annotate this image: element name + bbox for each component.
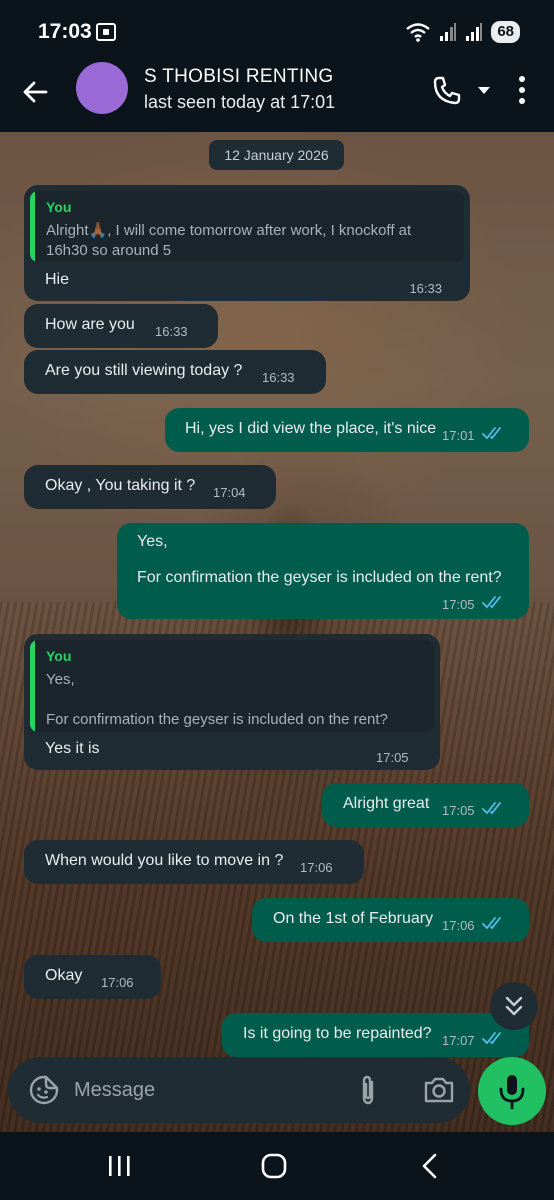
- chevron-down-icon[interactable]: [474, 80, 494, 100]
- system-nav-bar: [0, 1132, 554, 1200]
- microphone-icon: [499, 1075, 525, 1110]
- paperclip-icon[interactable]: [352, 1073, 384, 1107]
- message-text: Are you still viewing today ?: [45, 362, 243, 379]
- read-ticks-icon: [482, 596, 501, 609]
- message-text: Hie: [45, 271, 70, 288]
- message-bubble-outgoing[interactable]: Hi, yes I did view the place, it's nice …: [165, 408, 529, 452]
- message-text: For confirmation the geyser is included …: [137, 569, 502, 586]
- message-time: 17:05: [376, 750, 409, 765]
- message-text: When would you like to move in ?: [45, 852, 284, 869]
- message-bubble-outgoing[interactable]: Is it going to be repainted? 17:07: [222, 1013, 529, 1057]
- recents-icon[interactable]: [106, 1154, 132, 1178]
- quote-author: You: [46, 648, 72, 664]
- read-ticks-icon: [482, 427, 501, 440]
- back-icon[interactable]: [418, 1152, 442, 1180]
- message-text: Is it going to be repainted?: [243, 1025, 432, 1042]
- message-bubble-outgoing[interactable]: Yes, For confirmation the geyser is incl…: [117, 523, 529, 619]
- message-time: 17:04: [213, 485, 246, 500]
- screenshot-icon: [96, 23, 116, 41]
- avatar[interactable]: [76, 62, 128, 114]
- message-input[interactable]: [74, 1073, 334, 1107]
- message-bubble-incoming[interactable]: When would you like to move in ? 17:06: [24, 840, 364, 884]
- message-bubble-incoming[interactable]: Okay 17:06: [24, 955, 161, 999]
- double-chevron-down-icon: [505, 996, 523, 1016]
- message-text: Yes it is: [45, 740, 100, 757]
- signal-icon: [440, 23, 457, 41]
- message-time: 16:33: [155, 324, 188, 339]
- chat-area[interactable]: 12 January 2026 You Alright🙏🏾, I will co…: [0, 132, 554, 1132]
- message-bubble-outgoing[interactable]: Alright great 17:05: [322, 783, 529, 827]
- quote-author: You: [46, 199, 72, 215]
- quote-text: For confirmation the geyser is included …: [46, 711, 388, 728]
- home-icon[interactable]: [261, 1153, 287, 1179]
- message-bubble-incoming[interactable]: Are you still viewing today ? 16:33: [24, 350, 326, 394]
- message-time: 16:33: [409, 281, 442, 296]
- message-time: 17:06: [442, 918, 475, 933]
- contact-last-seen[interactable]: last seen today at 17:01: [144, 92, 335, 113]
- message-time: 17:05: [442, 803, 475, 818]
- status-time: 17:03: [38, 20, 92, 43]
- sticker-icon[interactable]: [28, 1074, 60, 1106]
- date-chip: 12 January 2026: [209, 140, 344, 170]
- back-arrow-icon[interactable]: [20, 76, 52, 108]
- message-bubble-incoming[interactable]: You Yes, For confirmation the geyser is …: [24, 634, 440, 770]
- message-time: 17:06: [101, 975, 134, 990]
- voice-message-button[interactable]: [478, 1057, 546, 1125]
- quote-text: 16h30 so around 5: [46, 242, 172, 259]
- message-text: Alright great: [343, 795, 430, 812]
- message-text: Hi, yes I did view the place, it's nice: [185, 420, 437, 437]
- message-time: 17:06: [300, 860, 333, 875]
- message-time: 17:05: [442, 597, 475, 612]
- message-text: On the 1st of February: [273, 910, 434, 927]
- status-bar: 17:03 68: [0, 0, 554, 62]
- scroll-to-bottom-button[interactable]: [490, 982, 538, 1030]
- message-text: Okay , You taking it ?: [45, 477, 196, 494]
- wifi-icon: [406, 23, 431, 42]
- battery-indicator: 68: [491, 21, 520, 43]
- chat-header: S THOBISI RENTING last seen today at 17:…: [0, 62, 554, 132]
- read-ticks-icon: [482, 917, 501, 930]
- signal-icon-2: [466, 23, 483, 41]
- status-indicators: 68: [405, 20, 520, 44]
- message-bubble-incoming[interactable]: Okay , You taking it ? 17:04: [24, 465, 276, 509]
- read-ticks-icon: [482, 802, 501, 815]
- quote-text: Alright🙏🏾, I will come tomorrow after wo…: [46, 222, 412, 239]
- message-time: 17:07: [442, 1033, 475, 1048]
- message-composer: [8, 1057, 470, 1123]
- message-bubble-incoming[interactable]: You Alright🙏🏾, I will come tomorrow afte…: [24, 185, 470, 301]
- message-bubble-incoming[interactable]: How are you 16:33: [24, 304, 218, 348]
- quote-text: Yes,: [46, 671, 75, 688]
- message-text: Okay: [45, 967, 83, 984]
- message-text: How are you: [45, 316, 135, 333]
- contact-name[interactable]: S THOBISI RENTING: [144, 66, 334, 88]
- message-text: Yes,: [137, 533, 168, 550]
- phone-icon[interactable]: [430, 74, 464, 108]
- message-time: 17:01: [442, 428, 475, 443]
- message-bubble-outgoing[interactable]: On the 1st of February 17:06: [252, 898, 529, 942]
- quoted-message[interactable]: You Yes, For confirmation the geyser is …: [30, 640, 434, 732]
- camera-icon[interactable]: [422, 1074, 456, 1106]
- read-ticks-icon: [482, 1032, 501, 1045]
- message-time: 16:33: [262, 370, 295, 385]
- more-vertical-icon[interactable]: [508, 74, 536, 106]
- quoted-message[interactable]: You Alright🙏🏾, I will come tomorrow afte…: [30, 191, 464, 262]
